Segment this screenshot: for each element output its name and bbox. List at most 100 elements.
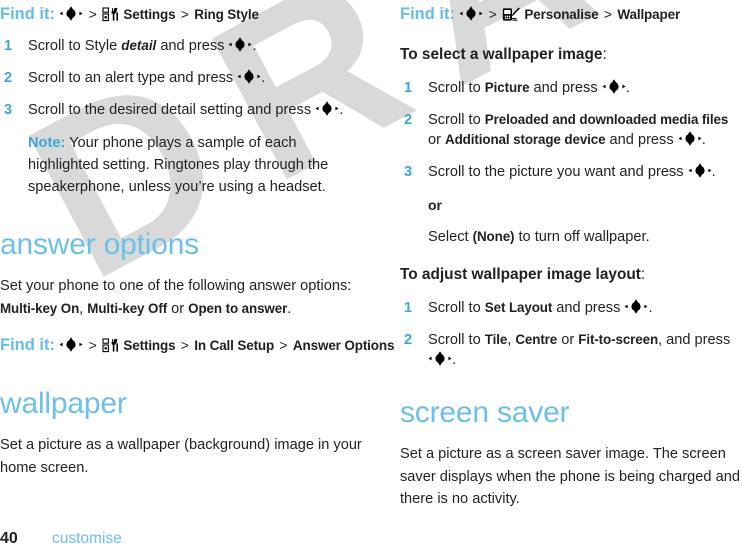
step-number: 3 <box>404 164 413 180</box>
right-column: Find it: > Personalise > Wallpaper To se… <box>400 0 742 511</box>
option-multi-key-on: Multi-key On <box>0 300 80 316</box>
settings-tools-icon <box>102 338 119 353</box>
step-item: 1 Scroll to Set Layout and press . <box>400 298 742 318</box>
settings-tools-icon <box>102 7 119 22</box>
nav-key-icon <box>59 337 83 352</box>
step-text: Scroll to Style detail and press . <box>28 37 257 54</box>
nav-key-icon <box>624 299 648 314</box>
step-text: Scroll to Picture and press . <box>428 79 630 96</box>
step-number: 1 <box>404 80 413 96</box>
nav-key-icon <box>428 351 452 366</box>
chapter-name: customise <box>52 530 122 547</box>
step-item: 3 Scroll to the picture you want and pre… <box>400 162 742 182</box>
step-number: 1 <box>404 300 413 316</box>
page-footer: 40 customise <box>0 530 371 548</box>
term-picture: Picture <box>484 80 530 95</box>
ring-style-steps: 1 Scroll to Style detail and press . 2 S… <box>0 36 371 120</box>
term-preloaded-media: Preloaded and downloaded media files <box>484 112 729 127</box>
section-heading-answer-options: answer options <box>0 228 199 261</box>
findit-separator-2: > <box>180 337 189 353</box>
or-label: or <box>428 197 442 213</box>
step-text: Scroll to the picture you want and press… <box>428 163 716 180</box>
findit-separator-1: > <box>88 6 97 22</box>
page-number: 40 <box>0 530 18 547</box>
nav-key-icon <box>459 6 483 21</box>
findit-label: Find it: <box>400 5 455 23</box>
findit-ring-style: Find it: > Settings > Ring Style <box>0 3 371 26</box>
nav-key-icon <box>228 37 252 52</box>
nav-key-icon <box>602 79 626 94</box>
select-none-post: to turn off wallpaper. <box>514 229 650 245</box>
answer-options-body-post: . <box>287 300 292 317</box>
adjust-layout-steps: 1 Scroll to Set Layout and press . 2 Scr… <box>400 298 742 370</box>
findit-item-wallpaper: Wallpaper <box>617 7 681 22</box>
findit-item-ring-style: Ring Style <box>194 7 259 22</box>
subheading-select-wallpaper-image: To select a wallpaper image: <box>400 44 742 66</box>
wallpaper-body: Set a picture as a wallpaper (background… <box>0 437 362 476</box>
note-text: Your phone plays a sample of each highli… <box>28 135 329 195</box>
nav-key-icon <box>678 131 702 146</box>
step-item: 2 Scroll to Tile, Centre or Fit-to-scree… <box>400 330 742 370</box>
answer-options-body-pre: Set your phone to one of the following a… <box>0 278 352 294</box>
findit-item-settings: Settings <box>123 338 176 353</box>
nav-key-icon <box>237 69 261 84</box>
term-centre: Centre <box>515 332 558 347</box>
subheading-adjust-wallpaper-layout: To adjust wallpaper image layout: <box>400 264 742 286</box>
findit-separator-3: > <box>279 337 288 353</box>
term-additional-storage: Additional storage device <box>445 132 606 147</box>
step-item: 2 Scroll to Preloaded and downloaded med… <box>400 110 742 150</box>
findit-separator-1: > <box>88 337 97 353</box>
findit-label: Find it: <box>0 336 55 354</box>
step-number: 1 <box>4 38 13 54</box>
findit-separator-2: > <box>180 6 189 22</box>
nav-key-icon <box>315 101 339 116</box>
section-heading-screen-saver: screen saver <box>400 396 570 429</box>
select-none-text: Select (None) to turn off wallpaper. <box>400 226 742 248</box>
term-tile: Tile <box>484 332 508 347</box>
personalise-phone-pencil-icon <box>502 7 520 22</box>
answer-options-or: or <box>167 300 189 317</box>
findit-item-answer-options: Answer Options <box>292 338 395 353</box>
findit-label: Find it: <box>0 5 55 23</box>
select-image-steps: 1 Scroll to Picture and press . 2 Scroll… <box>400 78 742 248</box>
select-none-pre: Select <box>428 229 473 245</box>
step-number: 3 <box>4 102 13 118</box>
manual-page: DRAFT Find it: > <box>0 0 742 550</box>
subheading-colon: : <box>640 266 646 283</box>
subheading-text: To select a wallpaper image <box>400 46 603 63</box>
note-label: Note: <box>28 135 66 151</box>
step-text: Scroll to the desired detail setting and… <box>28 101 344 118</box>
note-block: Note: Your phone plays a sample of each … <box>0 132 371 198</box>
step-item: 3 Scroll to the desired detail setting a… <box>0 100 371 120</box>
findit-separator-1: > <box>488 6 497 22</box>
left-column: Find it: > Settings > Ring Style 1 Scrol… <box>0 0 394 479</box>
nav-key-icon <box>59 6 83 21</box>
term-detail: detail <box>121 38 157 53</box>
term-none: (None) <box>472 229 515 244</box>
step-item: 2 Scroll to an alert type and press . <box>0 68 371 88</box>
findit-item-settings: Settings <box>123 7 176 22</box>
term-fit-to-screen: Fit-to-screen <box>578 332 659 347</box>
option-multi-key-off: Multi-key Off <box>87 300 168 316</box>
term-set-layout: Set Layout <box>484 300 553 315</box>
section-heading-wallpaper: wallpaper <box>0 387 127 420</box>
step-number: 2 <box>404 112 413 128</box>
subheading-colon: : <box>602 46 607 63</box>
answer-options-body: Set your phone to one of the following a… <box>0 275 371 320</box>
step-text: Scroll to Tile, Centre or Fit-to-screen,… <box>428 332 731 368</box>
findit-wallpaper: Find it: > Personalise > Wallpaper <box>400 3 742 26</box>
step-text: Scroll to an alert type and press . <box>28 69 266 86</box>
step-text: Scroll to Set Layout and press . <box>428 299 653 316</box>
findit-answer-options: Find it: > Settings > In Call Setup > An… <box>0 334 394 357</box>
screen-saver-body: Set a picture as a screen saver image. T… <box>400 446 740 507</box>
findit-separator-2: > <box>603 6 613 22</box>
findit-item-personalise: Personalise <box>524 7 599 22</box>
step-number: 2 <box>404 332 413 348</box>
step-item: 1 Scroll to Picture and press . <box>400 78 742 98</box>
step-number: 2 <box>4 70 13 86</box>
findit-item-in-call-setup: In Call Setup <box>194 338 275 353</box>
subheading-text: To adjust wallpaper image layout <box>400 266 641 283</box>
option-open-to-answer: Open to answer <box>188 300 288 316</box>
nav-key-icon <box>688 163 712 178</box>
step-text: Scroll to Preloaded and downloaded media… <box>428 112 729 148</box>
